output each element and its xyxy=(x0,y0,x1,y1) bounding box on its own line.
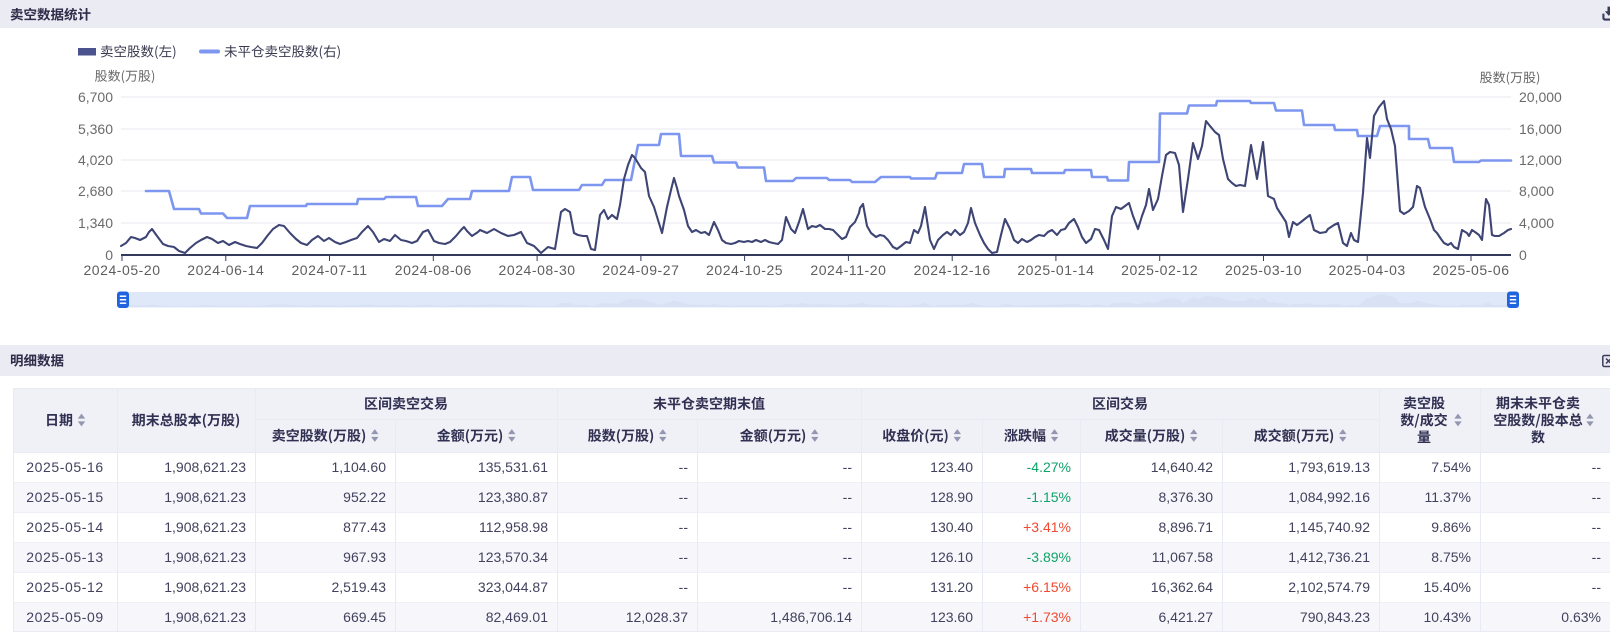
svg-text:5,360: 5,360 xyxy=(78,121,113,137)
svg-text:0: 0 xyxy=(1519,247,1527,263)
svg-text:2024-09-27: 2024-09-27 xyxy=(602,262,679,278)
svg-text:2024-06-14: 2024-06-14 xyxy=(187,262,264,278)
svg-text:2025-03-10: 2025-03-10 xyxy=(1225,262,1302,278)
svg-text:16,000: 16,000 xyxy=(1519,121,1562,137)
svg-text:2024-10-25: 2024-10-25 xyxy=(706,262,783,278)
svg-text:2024-05-20: 2024-05-20 xyxy=(83,262,160,278)
svg-text:0: 0 xyxy=(105,247,113,263)
svg-text:1,340: 1,340 xyxy=(78,215,113,231)
svg-text:12,000: 12,000 xyxy=(1519,152,1562,168)
svg-text:2,680: 2,680 xyxy=(78,183,113,199)
svg-text:2024-12-16: 2024-12-16 xyxy=(914,262,991,278)
svg-text:2025-01-14: 2025-01-14 xyxy=(1017,262,1094,278)
svg-text:4,000: 4,000 xyxy=(1519,215,1554,231)
svg-text:2025-02-12: 2025-02-12 xyxy=(1121,262,1198,278)
svg-text:2024-07-11: 2024-07-11 xyxy=(291,262,367,278)
svg-text:2025-04-03: 2025-04-03 xyxy=(1329,262,1406,278)
svg-text:6,700: 6,700 xyxy=(78,89,113,105)
svg-text:2024-11-20: 2024-11-20 xyxy=(810,262,886,278)
svg-text:2024-08-30: 2024-08-30 xyxy=(499,262,576,278)
svg-text:8,000: 8,000 xyxy=(1519,183,1554,199)
svg-text:4,020: 4,020 xyxy=(78,152,113,168)
svg-text:2025-05-06: 2025-05-06 xyxy=(1432,262,1509,278)
svg-text:2024-08-06: 2024-08-06 xyxy=(395,262,472,278)
svg-text:20,000: 20,000 xyxy=(1519,89,1562,105)
